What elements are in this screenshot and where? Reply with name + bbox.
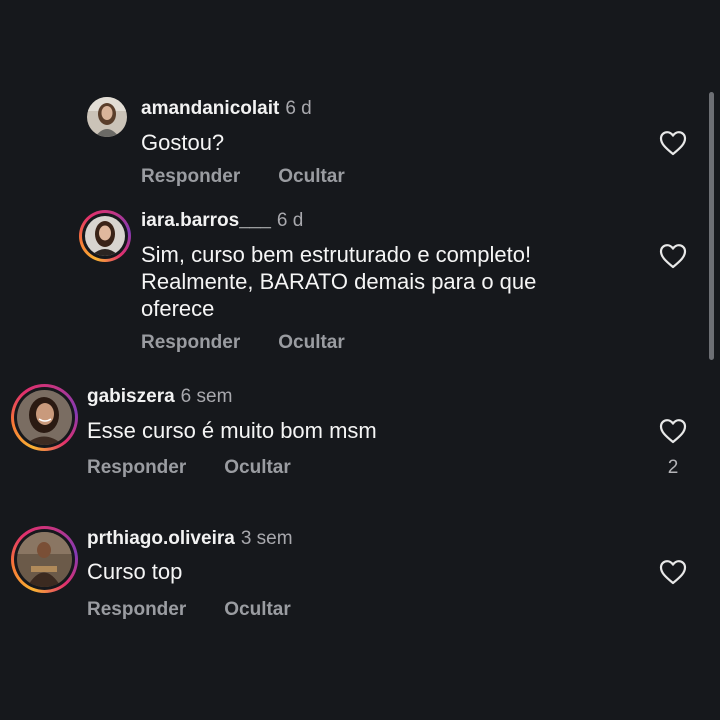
scrollbar[interactable] bbox=[709, 92, 714, 360]
comment-text-line: Realmente, BARATO demais para o que bbox=[141, 269, 537, 294]
reply-button[interactable]: Responder bbox=[87, 457, 186, 478]
reply-button[interactable]: Responder bbox=[87, 599, 186, 620]
avatar-photo bbox=[87, 97, 127, 137]
avatar[interactable] bbox=[87, 97, 127, 137]
comment-text-line: Sim, curso bem estruturado e completo! bbox=[141, 242, 532, 267]
comment-text: Sim, curso bem estruturado e completo! R… bbox=[141, 241, 536, 322]
comment-text: Gostou? bbox=[141, 130, 225, 155]
comment-text-line: oferece bbox=[141, 296, 215, 321]
comment-actions: Responder Ocultar bbox=[87, 457, 291, 479]
username-text[interactable]: amandanicolait bbox=[141, 98, 279, 119]
reply-button[interactable]: Responder bbox=[141, 166, 240, 187]
comment-username[interactable]: amandanicolait 6 d bbox=[141, 98, 312, 120]
comments-screen: amandanicolait 6 d Gostou? Responder Ocult… bbox=[0, 0, 720, 720]
comment-actions: Responder Ocultar bbox=[141, 166, 345, 188]
heart-outline-icon[interactable] bbox=[659, 559, 687, 585]
comment-username[interactable]: prthiago.oliveira 3 sem bbox=[87, 528, 293, 550]
username-text[interactable]: gabiszera bbox=[87, 386, 175, 407]
comment-actions: Responder Ocultar bbox=[141, 332, 345, 354]
comment-actions: Responder Ocultar bbox=[87, 599, 291, 621]
hide-button[interactable]: Ocultar bbox=[224, 457, 291, 478]
comment-username[interactable]: iara.barros___ 6 d bbox=[141, 210, 303, 232]
reply-button[interactable]: Responder bbox=[141, 332, 240, 353]
avatar[interactable] bbox=[11, 384, 78, 451]
hide-button[interactable]: Ocultar bbox=[224, 599, 291, 620]
like-count[interactable]: 2 bbox=[659, 457, 687, 479]
heart-outline-icon[interactable] bbox=[659, 418, 687, 444]
comment-timestamp: 6 d bbox=[285, 98, 312, 119]
comment-text: Esse curso é muito bom msm bbox=[87, 418, 377, 443]
comment-timestamp: 6 sem bbox=[180, 386, 233, 407]
comment-timestamp: 6 d bbox=[276, 210, 304, 231]
avatar[interactable] bbox=[79, 210, 131, 262]
hide-button[interactable]: Ocultar bbox=[278, 166, 345, 187]
heart-outline-icon[interactable] bbox=[659, 130, 687, 156]
username-text[interactable]: prthiago.oliveira bbox=[87, 528, 235, 549]
hide-button[interactable]: Ocultar bbox=[278, 332, 345, 353]
username-text[interactable]: iara.barros___ bbox=[141, 210, 271, 231]
comment-text: Curso top bbox=[87, 559, 183, 584]
avatar[interactable] bbox=[11, 526, 78, 593]
comment-username[interactable]: gabiszera 6 sem bbox=[87, 386, 232, 408]
avatar-photo bbox=[17, 532, 72, 587]
heart-outline-icon[interactable] bbox=[659, 243, 687, 269]
comment-timestamp: 3 sem bbox=[240, 528, 293, 549]
avatar-photo bbox=[17, 390, 72, 445]
avatar-photo bbox=[85, 216, 125, 256]
